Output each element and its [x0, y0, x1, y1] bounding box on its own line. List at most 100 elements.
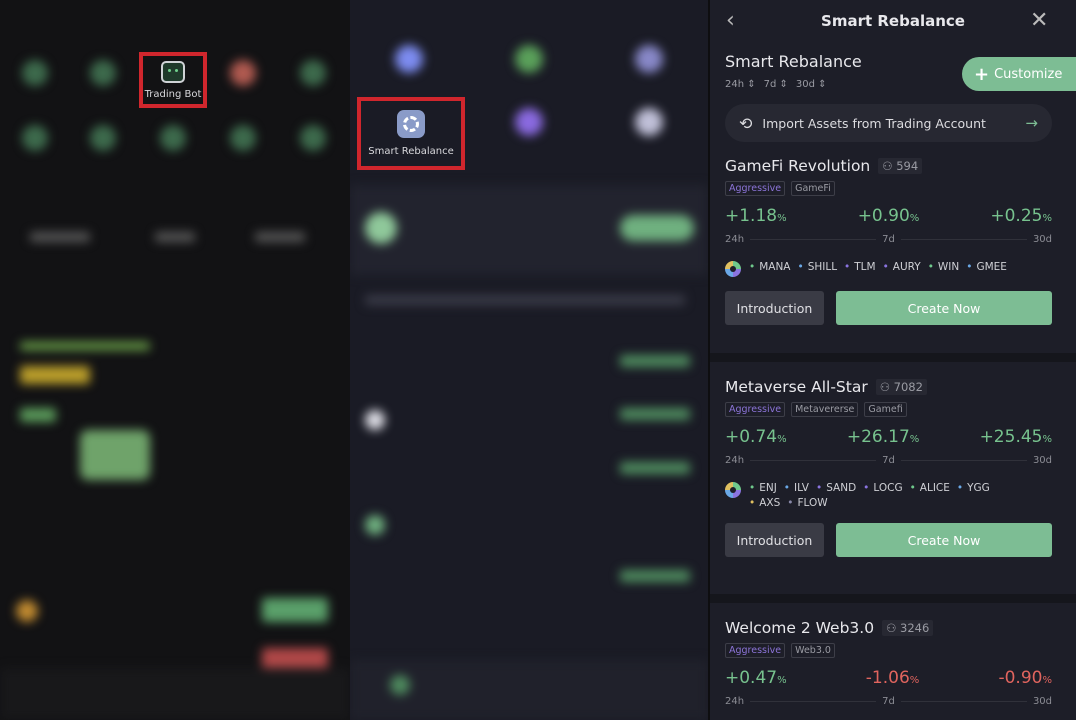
coin-label: TLM — [844, 261, 875, 273]
period-label: 7d — [882, 234, 895, 245]
trading-bot-label: Trading Bot — [144, 88, 202, 100]
return-value: +0.74 — [725, 427, 778, 447]
import-assets-button[interactable]: ⟲ Import Assets from Trading Account → — [725, 104, 1052, 142]
return-value: -1.06 — [865, 668, 910, 688]
smart-rebalance-screen: ‹ Smart Rebalance ✕ Smart Rebalance 24h … — [710, 0, 1076, 720]
create-now-button[interactable]: Create Now — [836, 523, 1052, 557]
arrow-right-icon: → — [1025, 114, 1038, 132]
user-icon: ⚇ — [879, 380, 894, 394]
percent-sign: % — [1042, 213, 1052, 224]
return-7d: +26.17% — [847, 427, 919, 447]
return-7d: -1.06% — [866, 668, 920, 688]
percent-sign: % — [909, 434, 920, 445]
period-label: 24h — [725, 234, 745, 245]
trading-bot-screen-blurred: Smart Rebalance — [350, 0, 708, 720]
percent-sign: % — [1042, 434, 1052, 445]
user-count: ⚇ 594 — [878, 158, 923, 174]
return-30d: +25.45% — [980, 427, 1052, 447]
percent-sign: % — [777, 675, 787, 686]
portfolio-tag: Gamefi — [864, 402, 907, 417]
coin-label: ALICE — [910, 482, 950, 494]
plus-icon: + — [974, 63, 990, 85]
portfolio-tag: Aggressive — [725, 402, 786, 417]
coin-label: YGG — [957, 482, 990, 494]
allocation-pie-icon — [725, 261, 741, 277]
return-value: +25.45 — [979, 427, 1043, 447]
introduction-button[interactable]: Introduction — [725, 291, 824, 325]
user-count-value: 594 — [896, 159, 919, 173]
period-label: 7d — [882, 696, 895, 707]
coin-label: LOCG — [863, 482, 902, 494]
coin-label: SAND — [816, 482, 856, 494]
period-label: 30d — [1032, 696, 1053, 707]
customize-button[interactable]: + Customize — [962, 57, 1076, 91]
return-value: +0.90 — [857, 206, 910, 226]
portfolio-tag: Web3.0 — [791, 643, 835, 658]
customize-label: Customize — [994, 66, 1063, 82]
return-7d: +0.90% — [858, 206, 920, 226]
user-count: ⚇ 3246 — [882, 620, 934, 636]
coin-label: MANA — [749, 261, 790, 273]
user-icon: ⚇ — [886, 621, 901, 635]
create-now-button[interactable]: Create Now — [836, 291, 1052, 325]
allocation-pie-icon — [725, 482, 741, 498]
period-label: 7d — [882, 455, 895, 466]
percent-sign: % — [1042, 675, 1052, 686]
period-label: 24h — [725, 455, 745, 466]
sort-24h[interactable]: 24h ⇕ — [725, 79, 756, 90]
period-label: 30d — [1032, 234, 1053, 245]
portfolio-name: Metaverse All-Star — [725, 378, 868, 396]
coin-label: SHILL — [797, 261, 837, 273]
return-24h: +1.18% — [725, 206, 787, 226]
trading-home-screen-blurred: Trading Bot — [0, 0, 350, 720]
period-label: 24h — [725, 696, 745, 707]
portfolio-name: GameFi Revolution — [725, 157, 871, 175]
robot-icon — [161, 60, 185, 83]
portfolio-name: Welcome 2 Web3.0 — [725, 619, 875, 637]
return-value: +26.17 — [846, 427, 910, 447]
section-title: Smart Rebalance — [725, 52, 862, 71]
percent-sign: % — [909, 213, 920, 224]
header-title: Smart Rebalance — [821, 12, 965, 30]
user-icon: ⚇ — [882, 159, 897, 173]
return-30d: +0.25% — [990, 206, 1052, 226]
smart-rebalance-menu-item[interactable]: Smart Rebalance — [357, 97, 465, 170]
percent-sign: % — [777, 434, 787, 445]
portfolio-tag: Metavererse — [791, 402, 859, 417]
divider — [710, 594, 1076, 603]
import-clock-icon: ⟲ — [739, 113, 753, 133]
return-24h: +0.47% — [725, 668, 787, 688]
import-label: Import Assets from Trading Account — [762, 115, 986, 131]
coin-label: WIN — [928, 261, 959, 273]
period-label: 30d — [1032, 455, 1053, 466]
return-24h: +0.74% — [725, 427, 787, 447]
close-icon[interactable]: ✕ — [1030, 8, 1048, 33]
sort-options: 24h ⇕ 7d ⇕ 30d ⇕ — [725, 79, 827, 90]
sort-30d[interactable]: 30d ⇕ — [796, 79, 827, 90]
portfolio-tag: Aggressive — [725, 643, 786, 658]
coin-label: FLOW — [787, 497, 827, 509]
percent-sign: % — [909, 675, 920, 686]
coin-label: GMEE — [966, 261, 1006, 273]
return-value: -0.90 — [998, 668, 1043, 688]
percent-sign: % — [777, 213, 787, 224]
smart-rebalance-label: Smart Rebalance — [368, 146, 454, 157]
coin-label: ENJ — [749, 482, 777, 494]
coin-label: AURY — [883, 261, 921, 273]
portfolio-card[interactable]: Welcome 2 Web3.0 ⚇ 3246 Aggressive Web3.0… — [725, 619, 1052, 707]
user-count: ⚇ 7082 — [875, 379, 927, 395]
trading-bot-menu-item[interactable]: Trading Bot — [139, 52, 207, 108]
rebalance-icon — [397, 110, 425, 138]
portfolio-tag: Aggressive — [725, 181, 786, 196]
divider — [710, 353, 1076, 362]
user-count-value: 3246 — [900, 621, 930, 635]
portfolio-tag: GameFi — [791, 181, 835, 196]
user-count-value: 7082 — [893, 380, 923, 394]
return-value: +0.25 — [990, 206, 1043, 226]
introduction-button[interactable]: Introduction — [725, 523, 824, 557]
return-value: +0.47 — [725, 668, 778, 688]
coin-label: AXS — [749, 497, 780, 509]
sort-7d[interactable]: 7d ⇕ — [764, 79, 788, 90]
portfolio-card[interactable]: GameFi Revolution ⚇ 594 Aggressive GameFi… — [725, 157, 1052, 325]
portfolio-card[interactable]: Metaverse All-Star ⚇ 7082 Aggressive Meta… — [725, 378, 1052, 557]
